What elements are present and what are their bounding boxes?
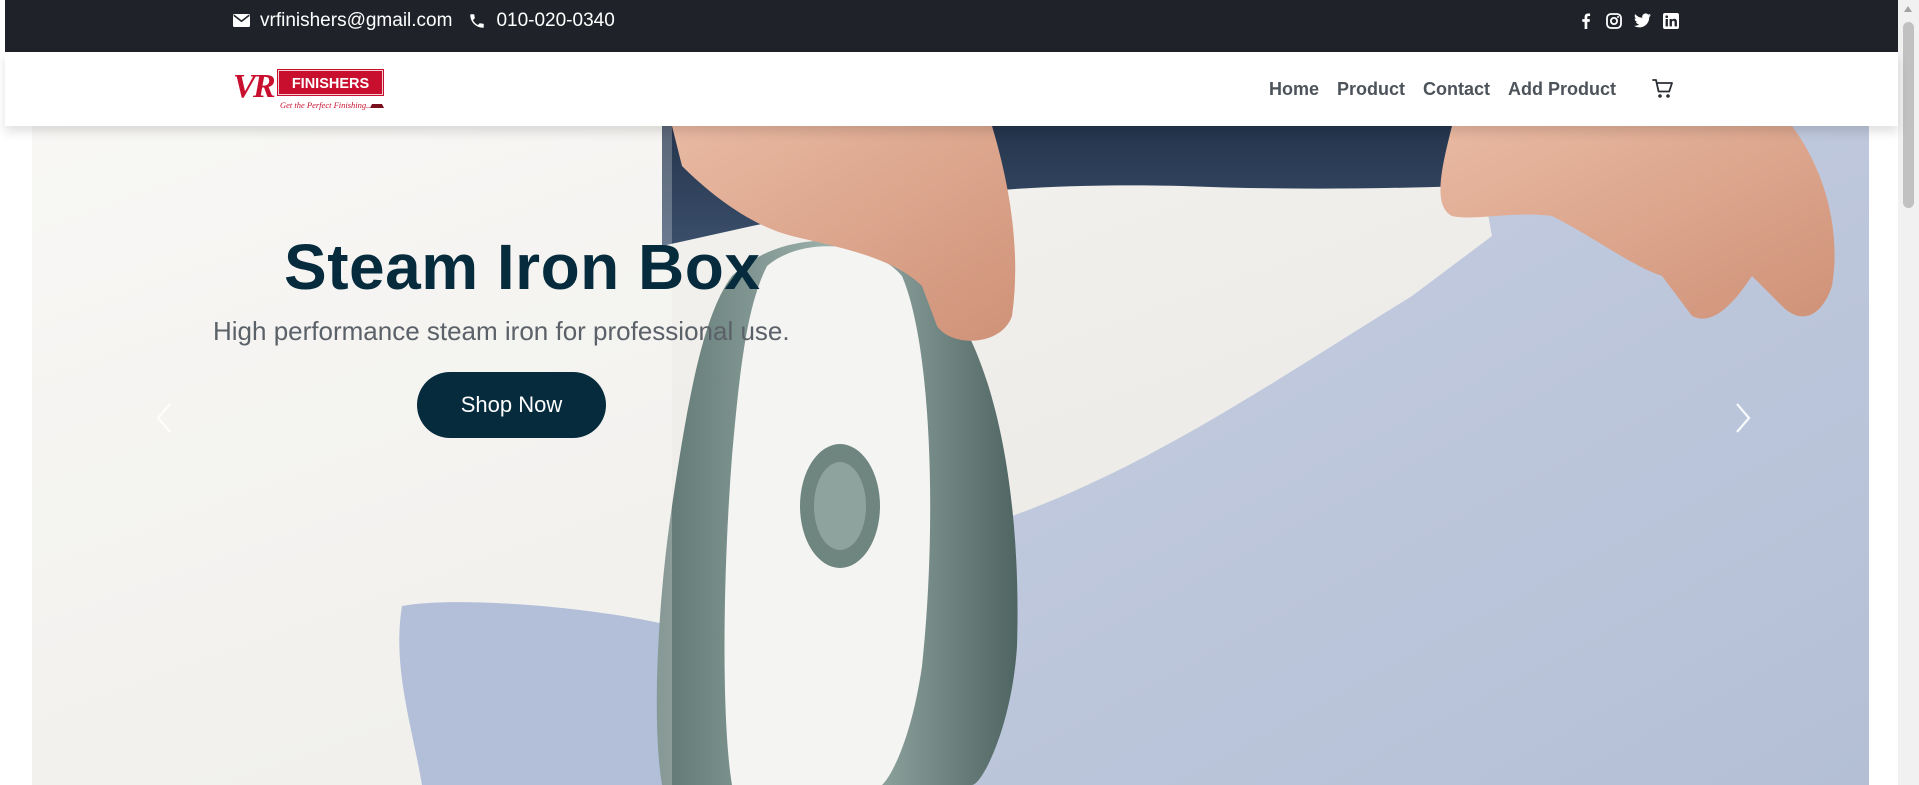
phone-icon [468, 12, 486, 30]
brand-logo[interactable]: V R FINISHERS Get the Perfect Finishing.… [233, 66, 388, 114]
nav-menu: Home Product Contact Add Product [1269, 52, 1616, 126]
email-text: vrfinishers@gmail.com [260, 9, 453, 31]
chevron-right-icon[interactable] [1727, 398, 1757, 438]
envelope-icon [233, 14, 250, 27]
nav-contact[interactable]: Contact [1423, 79, 1490, 100]
nav-product[interactable]: Product [1337, 79, 1405, 100]
instagram-icon[interactable] [1606, 12, 1622, 29]
linkedin-icon[interactable] [1663, 12, 1679, 29]
shop-now-button[interactable]: Shop Now [417, 372, 606, 438]
phone-link[interactable]: 010-020-0340 [468, 9, 615, 32]
chevron-left-icon[interactable] [150, 398, 180, 438]
hero-background-image [32, 126, 1869, 785]
svg-text:Get the Perfect Finishing...: Get the Perfect Finishing... [280, 100, 373, 110]
social-links [1578, 0, 1679, 41]
svg-text:R: R [252, 68, 276, 105]
twitter-icon[interactable] [1634, 13, 1651, 28]
contact-info: vrfinishers@gmail.com 010-020-0340 [233, 0, 619, 41]
scroll-up-arrow-icon[interactable] [1904, 6, 1912, 12]
phone-text: 010-020-0340 [496, 9, 615, 31]
page-scrollbar[interactable] [1898, 0, 1919, 785]
hero-title: Steam Iron Box [284, 231, 761, 303]
hero-subtitle: High performance steam iron for professi… [213, 316, 790, 346]
facebook-icon[interactable] [1578, 12, 1594, 29]
top-contact-bar: vrfinishers@gmail.com 010-020-0340 [5, 0, 1898, 52]
nav-home[interactable]: Home [1269, 79, 1319, 100]
svg-text:FINISHERS: FINISHERS [292, 76, 370, 92]
nav-add-product[interactable]: Add Product [1508, 79, 1616, 100]
hero-carousel: Steam Iron Box High performance steam ir… [32, 126, 1869, 785]
scroll-thumb[interactable] [1903, 22, 1914, 208]
cart-icon[interactable] [1652, 78, 1674, 100]
email-link[interactable]: vrfinishers@gmail.com [233, 10, 452, 32]
main-navbar: V R FINISHERS Get the Perfect Finishing.… [5, 52, 1898, 126]
